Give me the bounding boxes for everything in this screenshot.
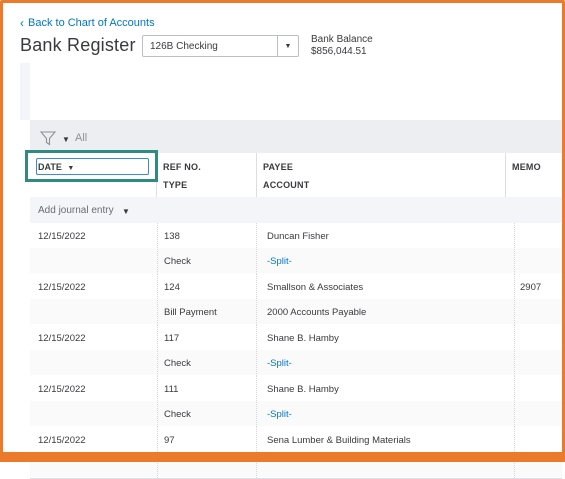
transaction-subrow — [30, 350, 562, 375]
date-cell: 12/15/2022 — [38, 384, 86, 395]
payee-cell: Smallson & Associates — [267, 282, 364, 293]
chevron-left-icon: ‹ — [20, 16, 24, 30]
account-cell[interactable]: -Split- — [267, 256, 292, 267]
row-divider — [157, 274, 159, 325]
ref-no-cell: 124 — [164, 282, 180, 293]
filter-all-label: All — [75, 132, 88, 144]
payee-cell: Duncan Fisher — [267, 231, 329, 242]
date-cell: 12/15/2022 — [38, 435, 86, 446]
memo-column-header[interactable]: MEMO — [512, 162, 541, 172]
bank-balance: Bank Balance $856,044.51 — [311, 34, 373, 58]
row-divider — [256, 274, 258, 325]
row-divider — [256, 325, 258, 376]
bank-balance-amount: $856,044.51 — [311, 46, 367, 57]
ref-no-cell: 138 — [164, 231, 180, 242]
payee-cell: Shane B. Hamby — [267, 384, 339, 395]
account-select-value: 126B Checking — [150, 40, 218, 52]
add-journal-entry-row[interactable]: Add journal entry ▼ — [30, 197, 562, 224]
type-cell: Check — [164, 256, 191, 267]
transaction-row[interactable]: 12/15/2022 111 Check Shane B. Hamby -Split- — [30, 376, 562, 428]
column-divider — [505, 153, 506, 197]
ref-no-column-header[interactable]: REF NO. — [163, 162, 201, 172]
transaction-row[interactable]: 12/15/2022 117 Check Shane B. Hamby -Split- — [30, 325, 562, 377]
filter-toolbar — [30, 120, 562, 153]
type-column-header[interactable]: TYPE — [163, 180, 187, 190]
row-divider — [514, 325, 516, 376]
type-cell: Check — [164, 358, 191, 369]
transaction-subrow — [30, 248, 562, 273]
memo-cell: 2907 — [520, 282, 542, 293]
row-divider — [514, 223, 516, 274]
ref-no-cell: 111 — [164, 384, 179, 395]
back-link-label: Back to Chart of Accounts — [28, 17, 155, 29]
date-cell: 12/15/2022 — [38, 282, 86, 293]
account-cell[interactable]: -Split- — [267, 358, 292, 369]
add-journal-entry-label: Add journal entry — [38, 205, 114, 216]
date-cell: 12/15/2022 — [38, 333, 86, 344]
payee-cell: Sena Lumber & Building Materials — [267, 435, 411, 446]
row-divider — [256, 376, 258, 427]
register-top-panel — [30, 63, 562, 120]
frame-bottom-bar — [0, 452, 565, 462]
date-header-label: DATE — [38, 162, 62, 172]
page-title: Bank Register — [20, 35, 136, 55]
add-entry-caret-icon[interactable]: ▼ — [122, 207, 130, 216]
date-column-header[interactable]: DATE ▼ — [38, 162, 74, 172]
type-cell: Check — [164, 409, 191, 420]
row-divider — [514, 376, 516, 427]
bank-balance-label: Bank Balance — [311, 34, 373, 45]
row-divider — [256, 223, 258, 274]
account-column-header[interactable]: ACCOUNT — [263, 180, 309, 190]
ref-no-cell: 97 — [164, 435, 175, 446]
ref-no-cell: 117 — [164, 333, 180, 344]
row-divider — [514, 274, 516, 325]
sort-caret-icon: ▼ — [67, 165, 75, 172]
payee-cell: Shane B. Hamby — [267, 333, 339, 344]
payee-column-header[interactable]: PAYEE — [263, 162, 293, 172]
account-cell[interactable]: -Split- — [267, 409, 292, 420]
transaction-row[interactable]: 12/15/2022 124 Bill Payment Smallson & Asso… — [30, 274, 562, 326]
date-cell: 12/15/2022 — [38, 231, 86, 242]
type-cell: Bill Payment — [164, 307, 217, 318]
column-divider — [256, 153, 257, 197]
filter-caret-icon[interactable]: ▼ — [62, 135, 70, 144]
transaction-subrow — [30, 401, 562, 426]
row-divider — [157, 325, 159, 376]
row-divider — [157, 376, 159, 427]
back-to-chart-link[interactable]: ‹ Back to Chart of Accounts — [20, 16, 155, 30]
filter-funnel-icon[interactable] — [40, 131, 56, 146]
account-cell: 2000 Accounts Payable — [267, 307, 367, 318]
transaction-row[interactable]: 12/15/2022 138 Check Duncan Fisher -Split- — [30, 223, 562, 275]
row-divider — [157, 223, 159, 274]
account-select[interactable]: 126B Checking ▼ — [142, 35, 299, 57]
dropdown-caret-icon[interactable]: ▼ — [277, 36, 298, 56]
